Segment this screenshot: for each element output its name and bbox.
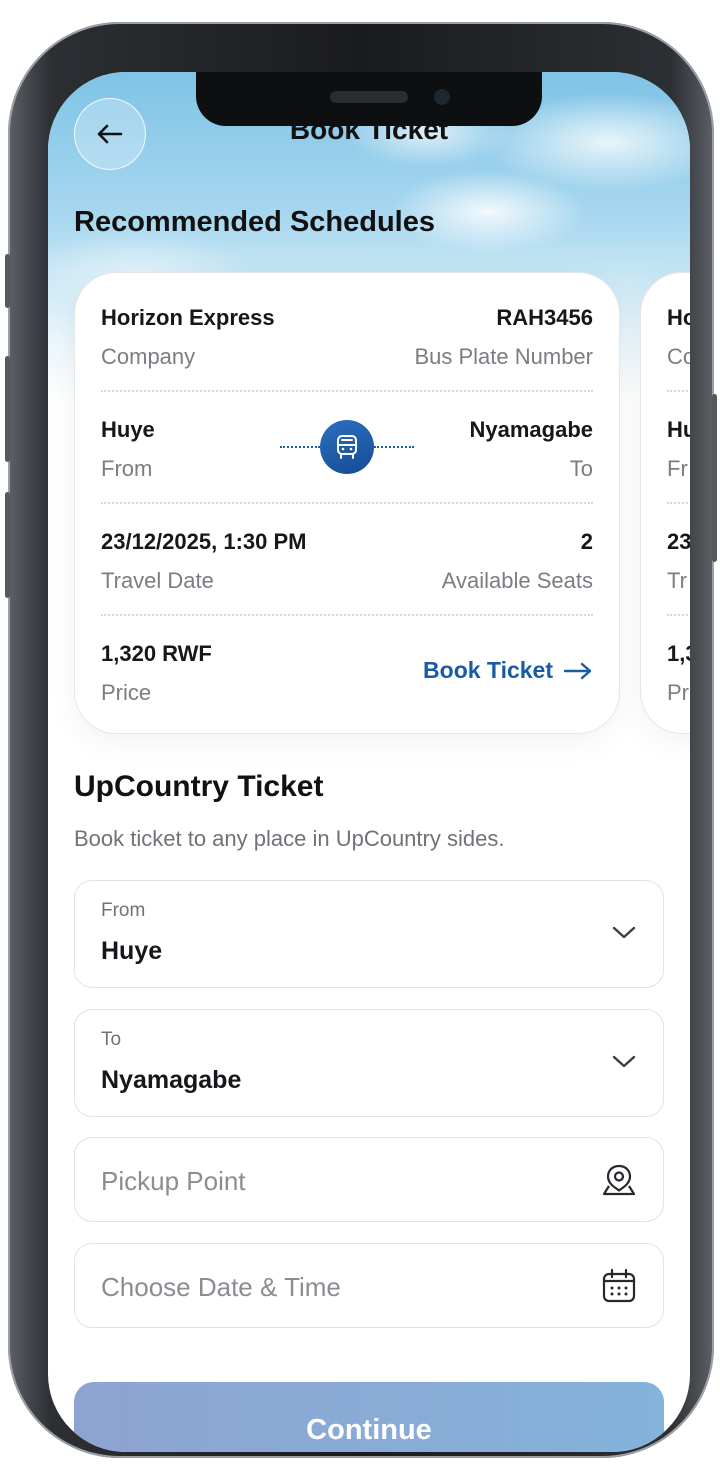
divider [101, 390, 593, 392]
volume-up-button [5, 356, 10, 462]
price-label: Price [101, 680, 152, 705]
route-row: Hu Fr [667, 417, 690, 497]
arrow-right-icon [563, 662, 592, 679]
company-row: Horizon Express Company RAH3456 Bus Plat… [101, 305, 593, 385]
continue-button[interactable]: Continue [74, 1382, 664, 1452]
notch [196, 72, 542, 126]
divider [667, 502, 690, 504]
upcountry-title: UpCountry Ticket [74, 770, 324, 803]
recommended-schedules-title: Recommended Schedules [74, 206, 435, 238]
company-label: Company [101, 344, 196, 369]
divider [667, 614, 690, 616]
date-row: 23 Tr [667, 529, 690, 609]
company-row: Ho Co [667, 305, 690, 385]
to-select-value: Nyamagabe [101, 1066, 242, 1094]
schedule-card-next[interactable]: Ho Co Hu Fr 23 Tr 1,3 [640, 272, 690, 734]
travel-date-label: Tr [667, 568, 687, 593]
travel-date-value: 23/12/2025, 1:30 PM [101, 529, 307, 554]
front-camera [434, 89, 450, 105]
from-select-value: Huye [101, 937, 163, 965]
date-row: 23/12/2025, 1:30 PM Travel Date 2 Availa… [101, 529, 593, 609]
schedule-card[interactable]: Horizon Express Company RAH3456 Bus Plat… [74, 272, 620, 734]
phone-frame: Book Ticket Recommended Schedules Horizo… [5, 22, 717, 1458]
pickup-point-placeholder: Pickup Point [101, 1166, 246, 1196]
map-pin-icon [602, 1164, 636, 1196]
route-line-right [374, 446, 414, 448]
from-label: Fr [667, 456, 688, 481]
travel-date-value: 23 [667, 529, 690, 554]
to-select-label: To [101, 1029, 122, 1050]
travel-date-label: Travel Date [101, 568, 214, 593]
chevron-down-icon [612, 1055, 636, 1068]
calendar-icon [602, 1268, 636, 1303]
to-label: To [569, 456, 593, 481]
chevron-down-icon [612, 926, 636, 939]
date-time-input[interactable]: Choose Date & Time [74, 1243, 664, 1328]
power-button [712, 394, 717, 562]
to-select[interactable]: To Nyamagabe [74, 1009, 664, 1117]
price-row: 1,3 Pr [667, 641, 690, 721]
route-line-left [280, 446, 320, 448]
to-value: Nyamagabe [469, 417, 593, 442]
company-label: Co [667, 344, 690, 369]
book-ticket-link[interactable]: Book Ticket [423, 657, 593, 684]
seats-label: Available Seats [441, 568, 593, 593]
plate-number: RAH3456 [496, 305, 593, 330]
upcountry-subtitle: Book ticket to any place in UpCountry si… [74, 826, 505, 851]
volume-down-button [5, 492, 10, 598]
date-time-placeholder: Choose Date & Time [101, 1272, 341, 1302]
bus-badge [320, 420, 374, 474]
plate-label: Bus Plate Number [414, 344, 593, 369]
from-select[interactable]: From Huye [74, 880, 664, 988]
from-label: From [101, 456, 153, 481]
price-value: 1,320 RWF [101, 641, 212, 666]
divider [101, 502, 593, 504]
company-name: Ho [667, 305, 690, 330]
price-value: 1,3 [667, 641, 690, 666]
divider [667, 390, 690, 392]
book-ticket-label: Book Ticket [423, 657, 553, 683]
pickup-point-input[interactable]: Pickup Point [74, 1137, 664, 1222]
speaker [330, 91, 408, 103]
bus-icon [337, 435, 357, 459]
screen: Book Ticket Recommended Schedules Horizo… [48, 72, 690, 1452]
from-value: Huye [101, 417, 155, 442]
seats-value: 2 [580, 529, 593, 554]
company-name: Horizon Express [101, 305, 275, 330]
divider [101, 614, 593, 616]
mute-switch [5, 254, 10, 308]
price-label: Pr [667, 680, 689, 705]
from-select-label: From [101, 900, 146, 921]
from-value: Hu [667, 417, 690, 442]
